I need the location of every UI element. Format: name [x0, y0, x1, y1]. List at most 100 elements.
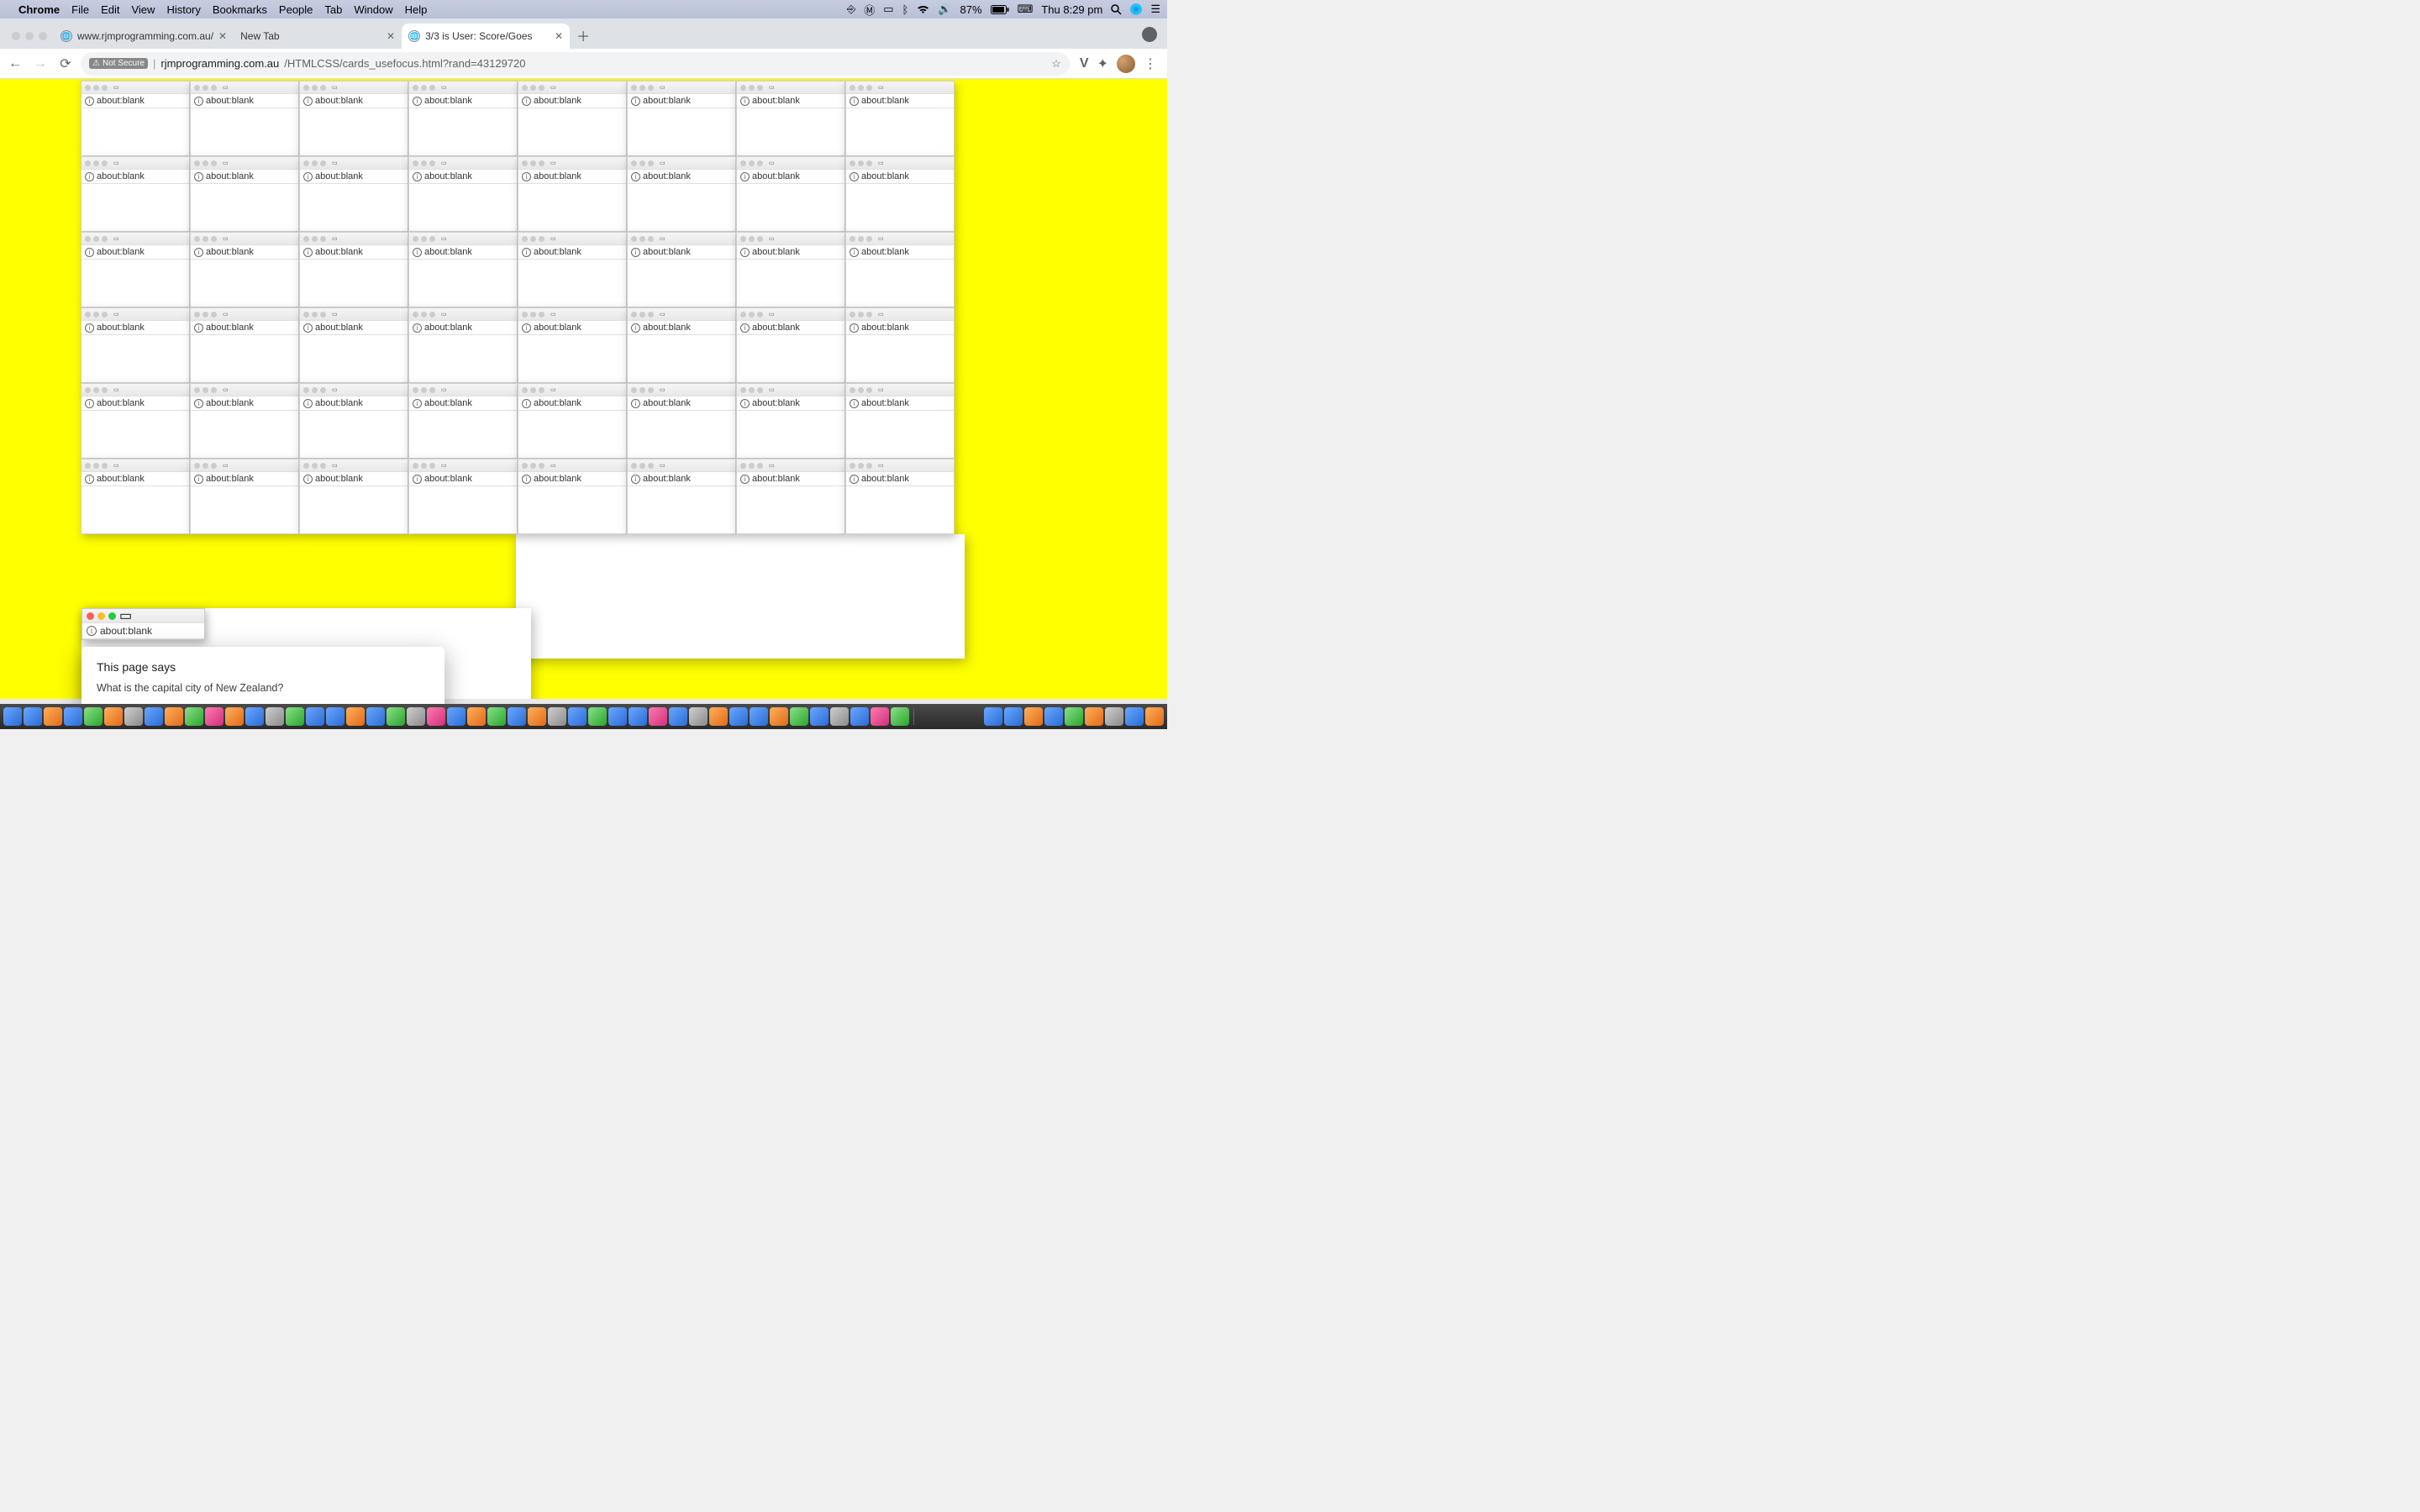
dock-app-icon[interactable] — [104, 707, 123, 726]
mini-browser-window[interactable]: ▭iabout:blank — [627, 156, 736, 232]
mini-browser-window[interactable]: ▭iabout:blank — [81, 307, 190, 383]
site-info-icon[interactable]: i — [522, 248, 531, 257]
site-info-icon[interactable]: i — [850, 475, 859, 484]
battery-icon[interactable] — [991, 5, 1009, 14]
dock-app-icon[interactable] — [790, 707, 808, 726]
tabstrip-right-icon[interactable] — [1142, 27, 1157, 42]
volume-icon[interactable]: 🔊 — [938, 3, 951, 16]
dock-app-icon[interactable] — [770, 707, 788, 726]
security-badge[interactable]: Not Secure — [89, 58, 148, 69]
site-info-icon[interactable]: i — [194, 248, 203, 257]
site-info-icon[interactable]: i — [740, 248, 750, 257]
mini-browser-window[interactable]: ▭iabout:blank — [81, 81, 190, 156]
back-button[interactable]: ← — [5, 54, 25, 74]
bluetooth-icon[interactable]: ᛒ — [902, 3, 909, 16]
site-info-icon[interactable]: i — [850, 248, 859, 257]
dock-app-icon[interactable] — [145, 707, 163, 726]
dock-app-icon[interactable] — [1024, 707, 1043, 726]
site-info-icon[interactable]: i — [413, 475, 422, 484]
menubar-malware-icon[interactable]: Ⓜ — [864, 2, 875, 18]
dock-app-icon[interactable] — [467, 707, 486, 726]
tab-close-icon[interactable]: ✕ — [387, 30, 395, 42]
mini-browser-window[interactable]: ▭iabout:blank — [736, 459, 845, 534]
mini-browser-window[interactable]: ▭iabout:blank — [845, 307, 955, 383]
profile-avatar[interactable] — [1117, 55, 1135, 73]
dock-app-icon[interactable] — [528, 707, 546, 726]
close-traffic-icon[interactable] — [87, 612, 94, 620]
address-bar[interactable]: Not Secure | rjmprogramming.com.au/HTMLC… — [81, 52, 1070, 76]
dock-app-icon[interactable] — [1065, 707, 1083, 726]
mini-browser-window[interactable]: ▭iabout:blank — [81, 232, 190, 307]
site-info-icon[interactable]: i — [740, 172, 750, 181]
site-info-icon[interactable]: i — [631, 97, 640, 106]
mini-browser-window[interactable]: ▭iabout:blank — [518, 383, 627, 459]
mini-browser-window[interactable]: ▭iabout:blank — [190, 383, 299, 459]
site-info-icon[interactable]: i — [522, 323, 531, 333]
mini-browser-window[interactable]: ▭iabout:blank — [190, 459, 299, 534]
mini-browser-window[interactable]: ▭iabout:blank — [518, 459, 627, 534]
bookmark-star-icon[interactable]: ☆ — [1051, 57, 1061, 71]
new-tab-button[interactable]: ＋ — [573, 25, 593, 45]
tab-close-icon[interactable]: ✕ — [555, 30, 563, 42]
dock-app-icon[interactable] — [588, 707, 607, 726]
mini-browser-window[interactable]: ▭iabout:blank — [627, 383, 736, 459]
dock-app-icon[interactable] — [407, 707, 425, 726]
menu-edit[interactable]: Edit — [101, 3, 119, 16]
site-info-icon[interactable]: i — [631, 248, 640, 257]
site-info-icon[interactable]: i — [740, 399, 750, 408]
site-info-icon[interactable]: i — [413, 172, 422, 181]
dock-app-icon[interactable] — [669, 707, 687, 726]
site-info-icon[interactable]: i — [740, 323, 750, 333]
site-info-icon[interactable]: i — [631, 323, 640, 333]
dock-app-icon[interactable] — [326, 707, 345, 726]
mini-browser-window[interactable]: ▭iabout:blank — [81, 156, 190, 232]
dock-app-icon[interactable] — [366, 707, 385, 726]
mini-browser-window[interactable]: ▭iabout:blank — [408, 156, 518, 232]
site-info-icon[interactable]: i — [194, 323, 203, 333]
menubar-keyboard-icon[interactable]: ⌨ — [1018, 3, 1034, 16]
site-info-icon[interactable]: i — [194, 475, 203, 484]
site-info-icon[interactable]: i — [413, 248, 422, 257]
menu-tab[interactable]: Tab — [324, 3, 342, 16]
mini-browser-window[interactable]: ▭iabout:blank — [408, 232, 518, 307]
mini-browser-window[interactable]: ▭iabout:blank — [190, 307, 299, 383]
dock-app-icon[interactable] — [387, 707, 405, 726]
mini-browser-window[interactable]: ▭iabout:blank — [81, 459, 190, 534]
mini-browser-window[interactable]: ▭iabout:blank — [845, 459, 955, 534]
site-info-icon[interactable]: i — [85, 248, 94, 257]
dock-app-icon[interactable] — [3, 707, 22, 726]
dock-app-icon[interactable] — [1085, 707, 1103, 726]
dock-app-icon[interactable] — [24, 707, 42, 726]
mini-browser-window[interactable]: ▭iabout:blank — [408, 307, 518, 383]
site-info-icon[interactable]: i — [522, 97, 531, 106]
dock-app-icon[interactable] — [427, 707, 445, 726]
extensions-puzzle-icon[interactable]: ✦ — [1097, 55, 1108, 72]
site-info-icon[interactable]: i — [850, 172, 859, 181]
site-info-icon[interactable]: i — [413, 97, 422, 106]
dock-app-icon[interactable] — [1105, 707, 1123, 726]
mini-browser-window[interactable]: ▭iabout:blank — [190, 156, 299, 232]
site-info-icon[interactable]: i — [850, 399, 859, 408]
mini-browser-window[interactable]: ▭iabout:blank — [518, 232, 627, 307]
mini-browser-window[interactable]: ▭iabout:blank — [736, 383, 845, 459]
active-popup-window[interactable]: ▭ i about:blank — [82, 608, 205, 640]
dock-app-icon[interactable] — [891, 707, 909, 726]
site-info-icon[interactable]: i — [522, 172, 531, 181]
site-info-icon[interactable]: i — [631, 475, 640, 484]
dock-app-icon[interactable] — [810, 707, 829, 726]
site-info-icon[interactable]: i — [194, 97, 203, 106]
dock-app-icon[interactable] — [306, 707, 324, 726]
browser-tab-active[interactable]: 🌐 3/3 is User: Score/Goes ✕ — [402, 24, 570, 49]
dock-app-icon[interactable] — [984, 707, 1002, 726]
site-info-icon[interactable]: i — [303, 323, 313, 333]
dock-trash-icon[interactable] — [1145, 707, 1164, 726]
dock-app-icon[interactable] — [487, 707, 506, 726]
dock-app-icon[interactable] — [64, 707, 82, 726]
menubar-display-icon[interactable]: ▭ — [883, 3, 893, 16]
mini-browser-window[interactable]: ▭iabout:blank — [627, 232, 736, 307]
site-info-icon[interactable]: i — [85, 172, 94, 181]
dock-app-icon[interactable] — [165, 707, 183, 726]
menu-view[interactable]: View — [131, 3, 155, 16]
mini-browser-window[interactable]: ▭iabout:blank — [736, 307, 845, 383]
dock-app-icon[interactable] — [185, 707, 203, 726]
